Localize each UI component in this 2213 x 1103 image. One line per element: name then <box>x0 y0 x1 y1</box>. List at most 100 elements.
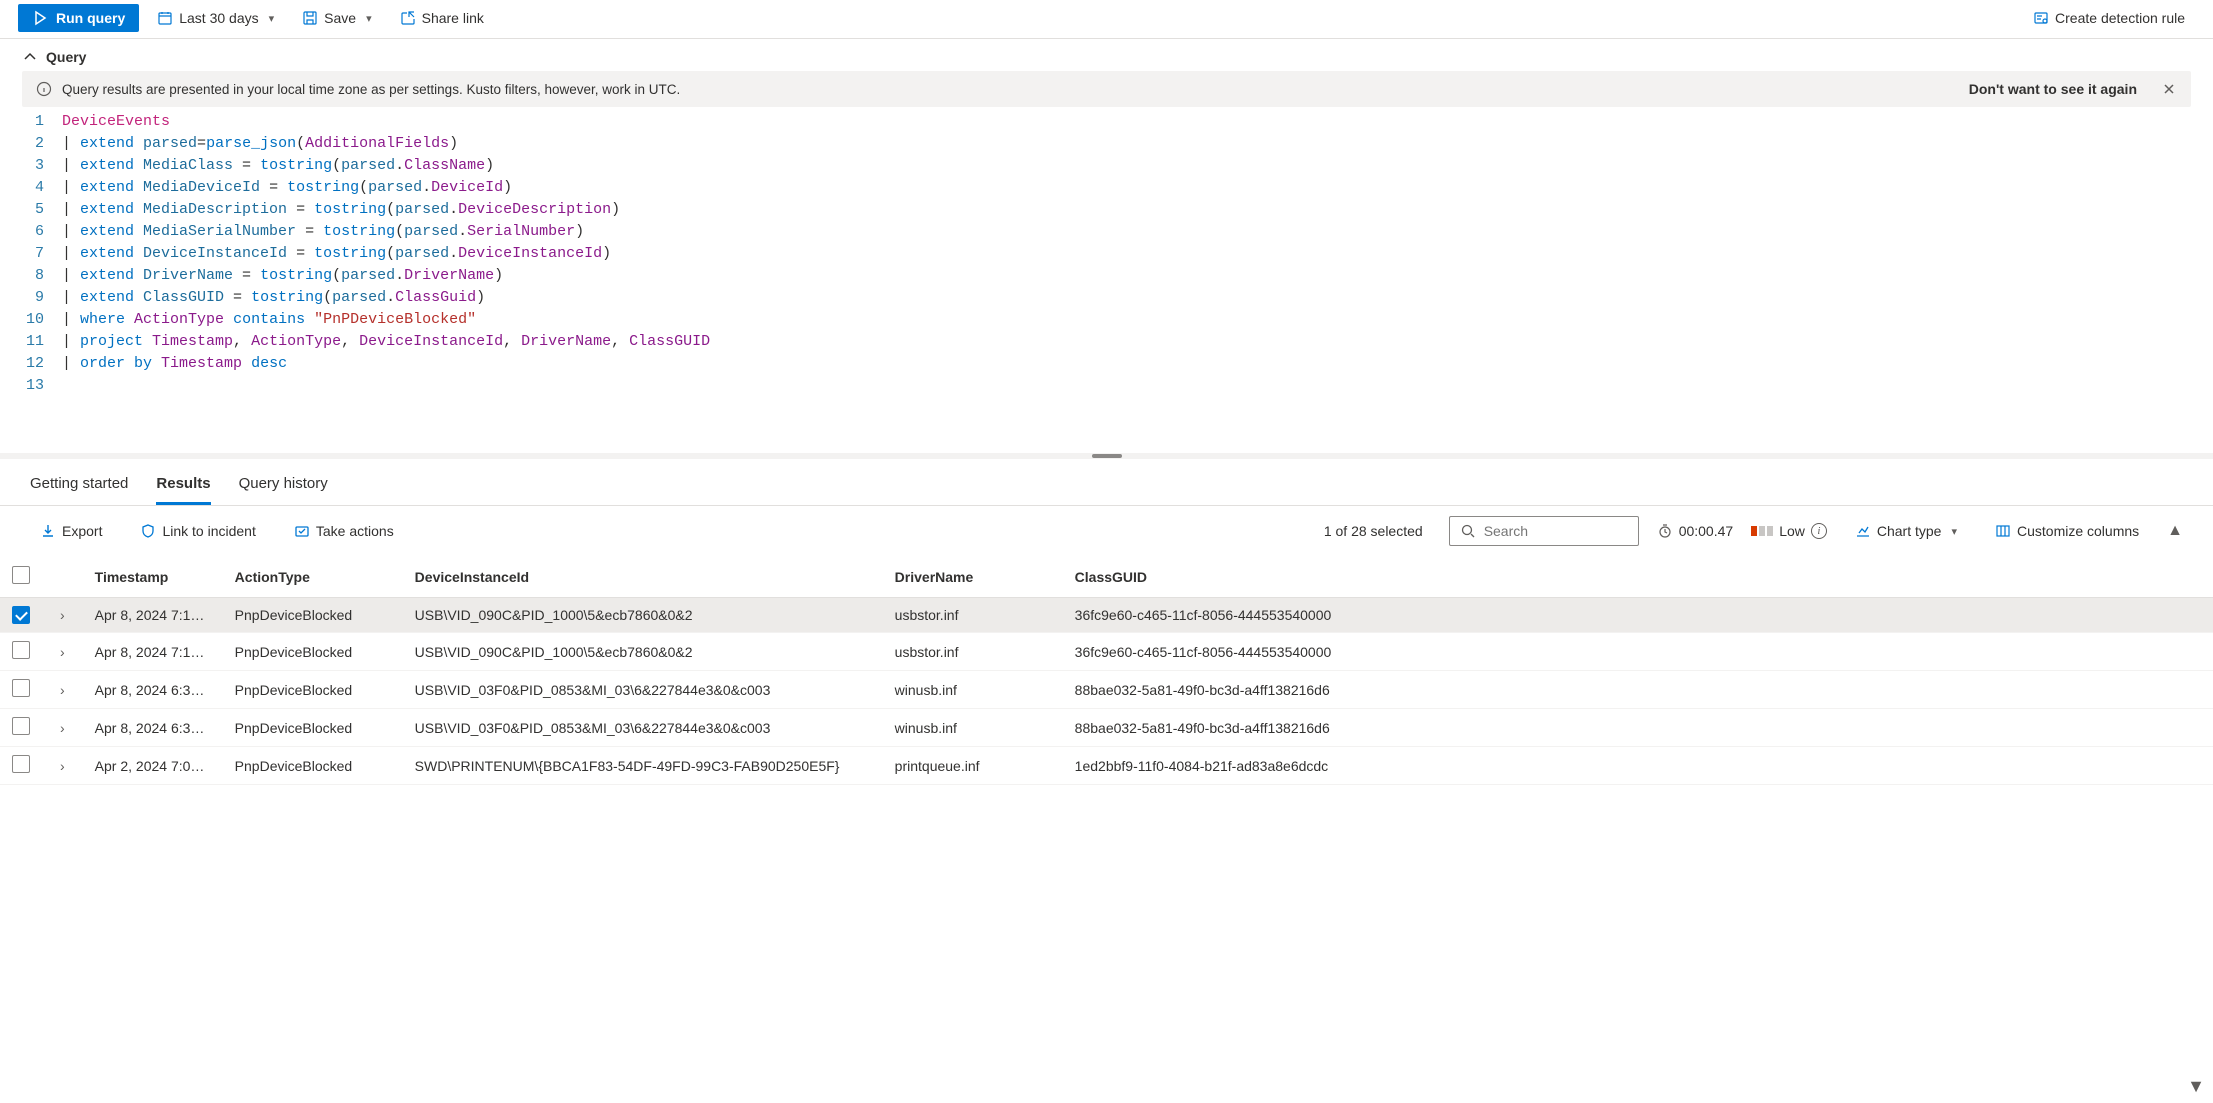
export-label: Export <box>62 523 102 539</box>
query-section-header[interactable]: Query <box>0 39 2213 71</box>
chevron-down-icon: ▾ <box>366 12 372 25</box>
run-query-button[interactable]: Run query <box>18 4 139 32</box>
tab-query-history[interactable]: Query history <box>239 469 328 505</box>
download-icon <box>40 523 56 539</box>
table-row[interactable]: › Apr 8, 2024 7:14:1…PnpDeviceBlockedUSB\… <box>0 633 2213 671</box>
chevron-up-icon <box>22 49 38 65</box>
table-row[interactable]: › Apr 8, 2024 6:34:2…PnpDeviceBlockedUSB\… <box>0 709 2213 747</box>
row-checkbox[interactable] <box>12 641 30 659</box>
cell-drivername: usbstor.inf <box>883 598 1063 633</box>
close-icon[interactable] <box>2161 81 2177 97</box>
tab-results[interactable]: Results <box>156 469 210 505</box>
cell-timestamp: Apr 8, 2024 6:34:2… <box>83 709 223 747</box>
timezone-info-bar: Query results are presented in your loca… <box>22 71 2191 107</box>
create-rule-label: Create detection rule <box>2055 10 2185 26</box>
cell-deviceinstanceid: SWD\PRINTENUM\{BBCA1F83-54DF-49FD-99C3-F… <box>403 747 883 785</box>
cell-deviceinstanceid: USB\VID_03F0&PID_0853&MI_03\6&227844e3&0… <box>403 709 883 747</box>
cell-drivername: usbstor.inf <box>883 633 1063 671</box>
table-header-row: Timestamp ActionType DeviceInstanceId Dr… <box>0 556 2213 598</box>
scroll-up-icon[interactable]: ▲ <box>2167 522 2183 540</box>
calendar-icon <box>157 10 173 26</box>
expand-row-icon[interactable]: › <box>54 644 71 660</box>
take-actions-label: Take actions <box>316 523 394 539</box>
expand-row-icon[interactable]: › <box>54 607 71 623</box>
cell-deviceinstanceid: USB\VID_090C&PID_1000\5&ecb7860&0&2 <box>403 633 883 671</box>
cell-timestamp: Apr 8, 2024 6:34:2… <box>83 671 223 709</box>
shield-icon <box>140 523 156 539</box>
export-button[interactable]: Export <box>30 517 112 545</box>
tab-getting-started[interactable]: Getting started <box>30 469 128 505</box>
line-number-gutter: 12345678910111213 <box>22 111 62 397</box>
timing-value: 00:00.47 <box>1679 523 1734 539</box>
expand-row-icon[interactable]: › <box>54 720 71 736</box>
cell-classguid: 36fc9e60-c465-11cf-8056-444553540000 <box>1063 598 2213 633</box>
col-actiontype[interactable]: ActionType <box>223 556 403 598</box>
cell-actiontype: PnpDeviceBlocked <box>223 709 403 747</box>
dismiss-info-button[interactable]: Don't want to see it again <box>1969 81 2137 97</box>
stopwatch-icon <box>1657 523 1673 539</box>
cell-timestamp: Apr 8, 2024 7:14:1… <box>83 633 223 671</box>
chart-icon <box>1855 523 1871 539</box>
cell-classguid: 88bae032-5a81-49f0-bc3d-a4ff138216d6 <box>1063 671 2213 709</box>
search-input[interactable] <box>1484 523 1628 539</box>
info-icon[interactable]: i <box>1811 523 1827 539</box>
time-range-label: Last 30 days <box>179 10 258 26</box>
chart-type-selector[interactable]: Chart type ▾ <box>1845 517 1967 545</box>
scroll-down-icon[interactable]: ▼ <box>2187 1076 2205 1097</box>
cell-deviceinstanceid: USB\VID_090C&PID_1000\5&ecb7860&0&2 <box>403 598 883 633</box>
col-classguid[interactable]: ClassGUID <box>1063 556 2213 598</box>
cell-actiontype: PnpDeviceBlocked <box>223 671 403 709</box>
query-timing: 00:00.47 <box>1657 523 1734 539</box>
chart-type-label: Chart type <box>1877 523 1942 539</box>
expand-row-icon[interactable]: › <box>54 682 71 698</box>
selection-count: 1 of 28 selected <box>1324 523 1423 539</box>
expand-row-icon[interactable]: › <box>54 758 71 774</box>
table-row[interactable]: ›Apr 8, 2024 7:14:1…PnpDeviceBlockedUSB\… <box>0 598 2213 633</box>
row-checkbox[interactable] <box>12 679 30 697</box>
customize-label: Customize columns <box>2017 523 2139 539</box>
col-drivername[interactable]: DriverName <box>883 556 1063 598</box>
cell-timestamp: Apr 2, 2024 7:00:5… <box>83 747 223 785</box>
section-title: Query <box>46 49 86 65</box>
cell-actiontype: PnpDeviceBlocked <box>223 747 403 785</box>
row-checkbox[interactable] <box>12 755 30 773</box>
load-bars-icon <box>1751 526 1773 536</box>
table-row[interactable]: › Apr 8, 2024 6:34:2…PnpDeviceBlockedUSB\… <box>0 671 2213 709</box>
panel-splitter[interactable] <box>0 453 2213 459</box>
col-deviceinstanceid[interactable]: DeviceInstanceId <box>403 556 883 598</box>
cell-drivername: winusb.inf <box>883 709 1063 747</box>
query-editor[interactable]: 12345678910111213 DeviceEvents| extend p… <box>0 107 2213 397</box>
cell-classguid: 1ed2bbf9-11f0-4084-b21f-ad83a8e6dcdc <box>1063 747 2213 785</box>
chevron-down-icon: ▾ <box>269 12 275 25</box>
results-table-wrap: Timestamp ActionType DeviceInstanceId Dr… <box>0 556 2213 785</box>
cell-drivername: winusb.inf <box>883 671 1063 709</box>
share-link-button[interactable]: Share link <box>390 4 494 32</box>
select-all-checkbox[interactable] <box>12 566 30 584</box>
link-incident-button[interactable]: Link to incident <box>130 517 265 545</box>
cell-deviceinstanceid: USB\VID_03F0&PID_0853&MI_03\6&227844e3&0… <box>403 671 883 709</box>
col-timestamp[interactable]: Timestamp <box>83 556 223 598</box>
row-checkbox[interactable] <box>12 606 30 624</box>
create-detection-rule-button[interactable]: Create detection rule <box>2023 4 2195 32</box>
cell-classguid: 88bae032-5a81-49f0-bc3d-a4ff138216d6 <box>1063 709 2213 747</box>
actions-icon <box>294 523 310 539</box>
cell-actiontype: PnpDeviceBlocked <box>223 633 403 671</box>
play-icon <box>32 10 48 26</box>
share-icon <box>400 10 416 26</box>
cell-classguid: 36fc9e60-c465-11cf-8056-444553540000 <box>1063 633 2213 671</box>
row-checkbox[interactable] <box>12 717 30 735</box>
take-actions-button[interactable]: Take actions <box>284 517 404 545</box>
cell-actiontype: PnpDeviceBlocked <box>223 598 403 633</box>
customize-columns-button[interactable]: Customize columns <box>1985 517 2149 545</box>
cell-drivername: printqueue.inf <box>883 747 1063 785</box>
results-toolbar: Export Link to incident Take actions 1 o… <box>0 506 2213 556</box>
rule-icon <box>2033 10 2049 26</box>
code-content[interactable]: DeviceEvents| extend parsed=parse_json(A… <box>62 111 710 397</box>
info-icon <box>36 81 52 97</box>
time-range-selector[interactable]: Last 30 days ▾ <box>147 4 284 32</box>
results-search-box[interactable] <box>1449 516 1639 546</box>
info-message: Query results are presented in your loca… <box>62 82 1959 97</box>
link-incident-label: Link to incident <box>162 523 255 539</box>
save-button[interactable]: Save ▾ <box>292 4 381 32</box>
table-row[interactable]: › Apr 2, 2024 7:00:5…PnpDeviceBlockedSWD\… <box>0 747 2213 785</box>
